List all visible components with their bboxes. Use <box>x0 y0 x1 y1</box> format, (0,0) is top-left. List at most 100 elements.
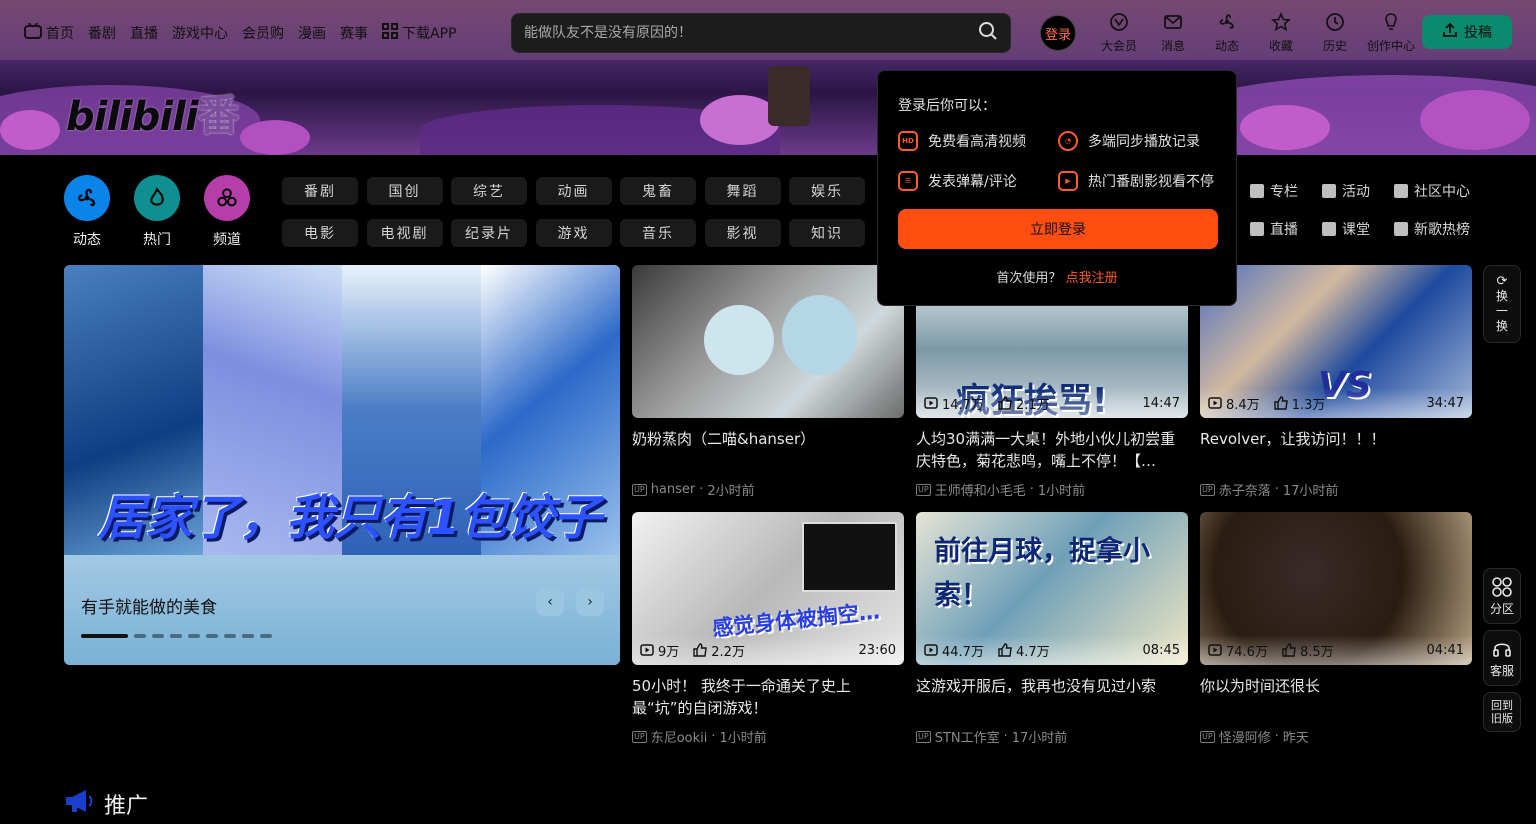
link-new-songs[interactable]: 新歌热榜 <box>1394 219 1494 239</box>
carousel-dot[interactable] <box>152 634 164 638</box>
link-new-songs-label: 新歌热榜 <box>1414 222 1470 238</box>
tag-documentary[interactable]: 纪录片 <box>451 219 527 247</box>
video-thumbnail[interactable]: 感觉身体被掏空… 9万 2.2万 23:60 <box>632 512 904 665</box>
carousel-dot[interactable] <box>206 634 218 638</box>
link-activity[interactable]: 活动 <box>1322 181 1394 201</box>
search-input[interactable] <box>524 25 978 41</box>
nav-big-member[interactable]: 大会员 <box>1092 12 1146 54</box>
nav-history-label: 历史 <box>1322 39 1347 53</box>
tag-game[interactable]: 游戏 <box>535 219 612 247</box>
carousel-dot[interactable] <box>170 634 182 638</box>
search-icon[interactable] <box>978 21 998 45</box>
video-title[interactable]: 你以为时间还很长 <box>1200 675 1472 719</box>
channel-dynamic-label: 动态 <box>73 232 101 248</box>
video-title[interactable]: 人均30满满一大桌！外地小伙儿初尝重庆特色，菊花悲鸣，嘴上不停！【… <box>916 428 1188 472</box>
video-time: 17小时前 <box>1011 731 1068 746</box>
nav-vip-shop[interactable]: 会员购 <box>242 23 284 43</box>
video-duration: 08:45 <box>1142 642 1180 658</box>
tag-animation[interactable]: 动画 <box>535 177 612 205</box>
carousel-dot[interactable] <box>260 634 272 638</box>
tag-dance[interactable]: 舞蹈 <box>704 177 781 205</box>
article-icon <box>1250 184 1264 198</box>
old-version-button[interactable]: 回到旧版 <box>1483 692 1521 732</box>
zone-button[interactable]: 分区 <box>1483 568 1521 624</box>
video-thumbnail[interactable]: VS 8.4万 1.3万 34:47 <box>1200 265 1472 418</box>
video-author[interactable]: hanser <box>651 482 696 497</box>
like-count: 1.3万 <box>1273 394 1325 413</box>
tag-movie[interactable]: 电影 <box>282 219 358 247</box>
hd-icon: HD <box>898 131 918 151</box>
featured-carousel[interactable]: 居家了，我只有1包饺子 有手就能做的美食 ‹ › <box>64 265 620 665</box>
video-title[interactable]: 奶粉蒸肉（二喵&hanser） <box>632 428 904 472</box>
nav-bangumi[interactable]: 番剧 <box>88 23 116 43</box>
video-card[interactable]: 奶粉蒸肉（二喵&hanser） UP hanser · 2小时前 <box>632 265 904 499</box>
tag-variety[interactable]: 综艺 <box>451 177 527 205</box>
video-duration: 04:41 <box>1426 642 1464 658</box>
video-thumbnail[interactable]: 前往月球，捉拿小索！ 44.7万 4.7万 08:45 <box>916 512 1188 665</box>
video-author[interactable]: STN工作室 <box>935 727 1000 746</box>
nav-game-center[interactable]: 游戏中心 <box>172 23 228 43</box>
carousel-dot[interactable] <box>242 634 254 638</box>
tag-tv[interactable]: 电视剧 <box>366 219 443 247</box>
nav-home[interactable]: 首页 <box>24 22 74 43</box>
video-time: 昨天 <box>1282 731 1309 746</box>
video-author[interactable]: 怪漫阿修 <box>1219 727 1271 746</box>
nav-favorites-label: 收藏 <box>1268 39 1293 53</box>
link-column[interactable]: 专栏 <box>1250 181 1322 201</box>
video-author[interactable]: 赤子奈落 <box>1219 480 1271 499</box>
carousel-dot[interactable] <box>224 634 236 638</box>
video-card[interactable]: 感觉身体被掏空… 9万 2.2万 23:60 50小时！ 我终于一命通关了史上最… <box>632 512 904 746</box>
carousel-dot[interactable] <box>134 634 146 638</box>
carousel-dot[interactable] <box>188 634 200 638</box>
tag-knowledge[interactable]: 知识 <box>789 219 865 247</box>
customer-service-button[interactable]: 客服 <box>1483 630 1521 686</box>
channel-hot[interactable]: 热门 <box>134 175 180 249</box>
carousel-next-button[interactable]: › <box>576 588 604 616</box>
nav-history[interactable]: 历史 <box>1308 12 1362 54</box>
link-live[interactable]: 直播 <box>1250 219 1322 239</box>
nav-favorites[interactable]: 收藏 <box>1254 11 1308 54</box>
upload-button[interactable]: 投稿 <box>1422 15 1512 49</box>
video-title[interactable]: 50小时！ 我终于一命通关了史上最“坑”的自闭游戏！ <box>632 675 904 719</box>
nav-messages-label: 消息 <box>1160 39 1185 53</box>
nav-home-label: 首页 <box>46 26 74 42</box>
nav-live[interactable]: 直播 <box>130 23 158 43</box>
carousel-prev-button[interactable]: ‹ <box>536 588 564 616</box>
login-avatar-button[interactable]: 登录 <box>1040 15 1076 51</box>
tag-guochuang[interactable]: 国创 <box>366 177 443 205</box>
video-card[interactable]: VS 8.4万 1.3万 34:47 Revolver，让我访问！！！ UP 赤子… <box>1200 265 1472 499</box>
video-card[interactable]: 74.6万 8.5万 04:41 你以为时间还很长 UP 怪漫阿修 · 昨天 <box>1200 512 1472 746</box>
nav-download-app[interactable]: 下载APP <box>382 23 456 43</box>
tag-bangumi[interactable]: 番剧 <box>282 177 358 205</box>
channel-dynamic[interactable]: 动态 <box>64 175 110 249</box>
video-thumbnail[interactable] <box>632 265 904 418</box>
video-card[interactable]: 前往月球，捉拿小索！ 44.7万 4.7万 08:45 这游戏开服后，我再也没有… <box>916 512 1188 746</box>
link-community[interactable]: 社区中心 <box>1394 181 1494 201</box>
video-thumbnail[interactable]: 74.6万 8.5万 04:41 <box>1200 512 1472 665</box>
link-classroom[interactable]: 课堂 <box>1322 219 1394 239</box>
nav-messages[interactable]: 消息 <box>1146 12 1200 54</box>
refresh-button[interactable]: ⟳ 换一换 <box>1483 265 1521 343</box>
video-title[interactable]: Revolver，让我访问！！！ <box>1200 428 1472 472</box>
tag-music[interactable]: 音乐 <box>620 219 696 247</box>
tag-kichiku[interactable]: 鬼畜 <box>620 177 696 205</box>
bilibili-logo[interactable]: bilibili番 <box>66 82 240 143</box>
nav-match[interactable]: 赛事 <box>340 23 368 43</box>
video-author[interactable]: 东尼ookii <box>651 727 708 746</box>
register-link[interactable]: 点我注册 <box>1066 271 1118 286</box>
wind-icon <box>1217 12 1237 37</box>
channel-channels[interactable]: 频道 <box>204 175 250 249</box>
megaphone-icon <box>64 788 96 820</box>
tag-entertainment[interactable]: 娱乐 <box>789 177 865 205</box>
nav-creator-center[interactable]: 创作中心 <box>1362 12 1420 54</box>
tag-film[interactable]: 影视 <box>704 219 781 247</box>
video-title[interactable]: 这游戏开服后，我再也没有见过小索 <box>916 675 1188 719</box>
nav-manga[interactable]: 漫画 <box>298 23 326 43</box>
login-now-button[interactable]: 立即登录 <box>898 209 1218 249</box>
carousel-caption[interactable]: 有手就能做的美食 <box>81 593 217 618</box>
carousel-dot[interactable] <box>81 634 128 638</box>
promo-title: 推广 <box>104 794 149 819</box>
nav-dynamic[interactable]: 动态 <box>1200 12 1254 54</box>
right-menu: 登录 大会员 消息 动态 收藏 历史 创作中心 <box>1040 11 1420 54</box>
video-author[interactable]: 王师傅和小毛毛 <box>935 480 1026 499</box>
